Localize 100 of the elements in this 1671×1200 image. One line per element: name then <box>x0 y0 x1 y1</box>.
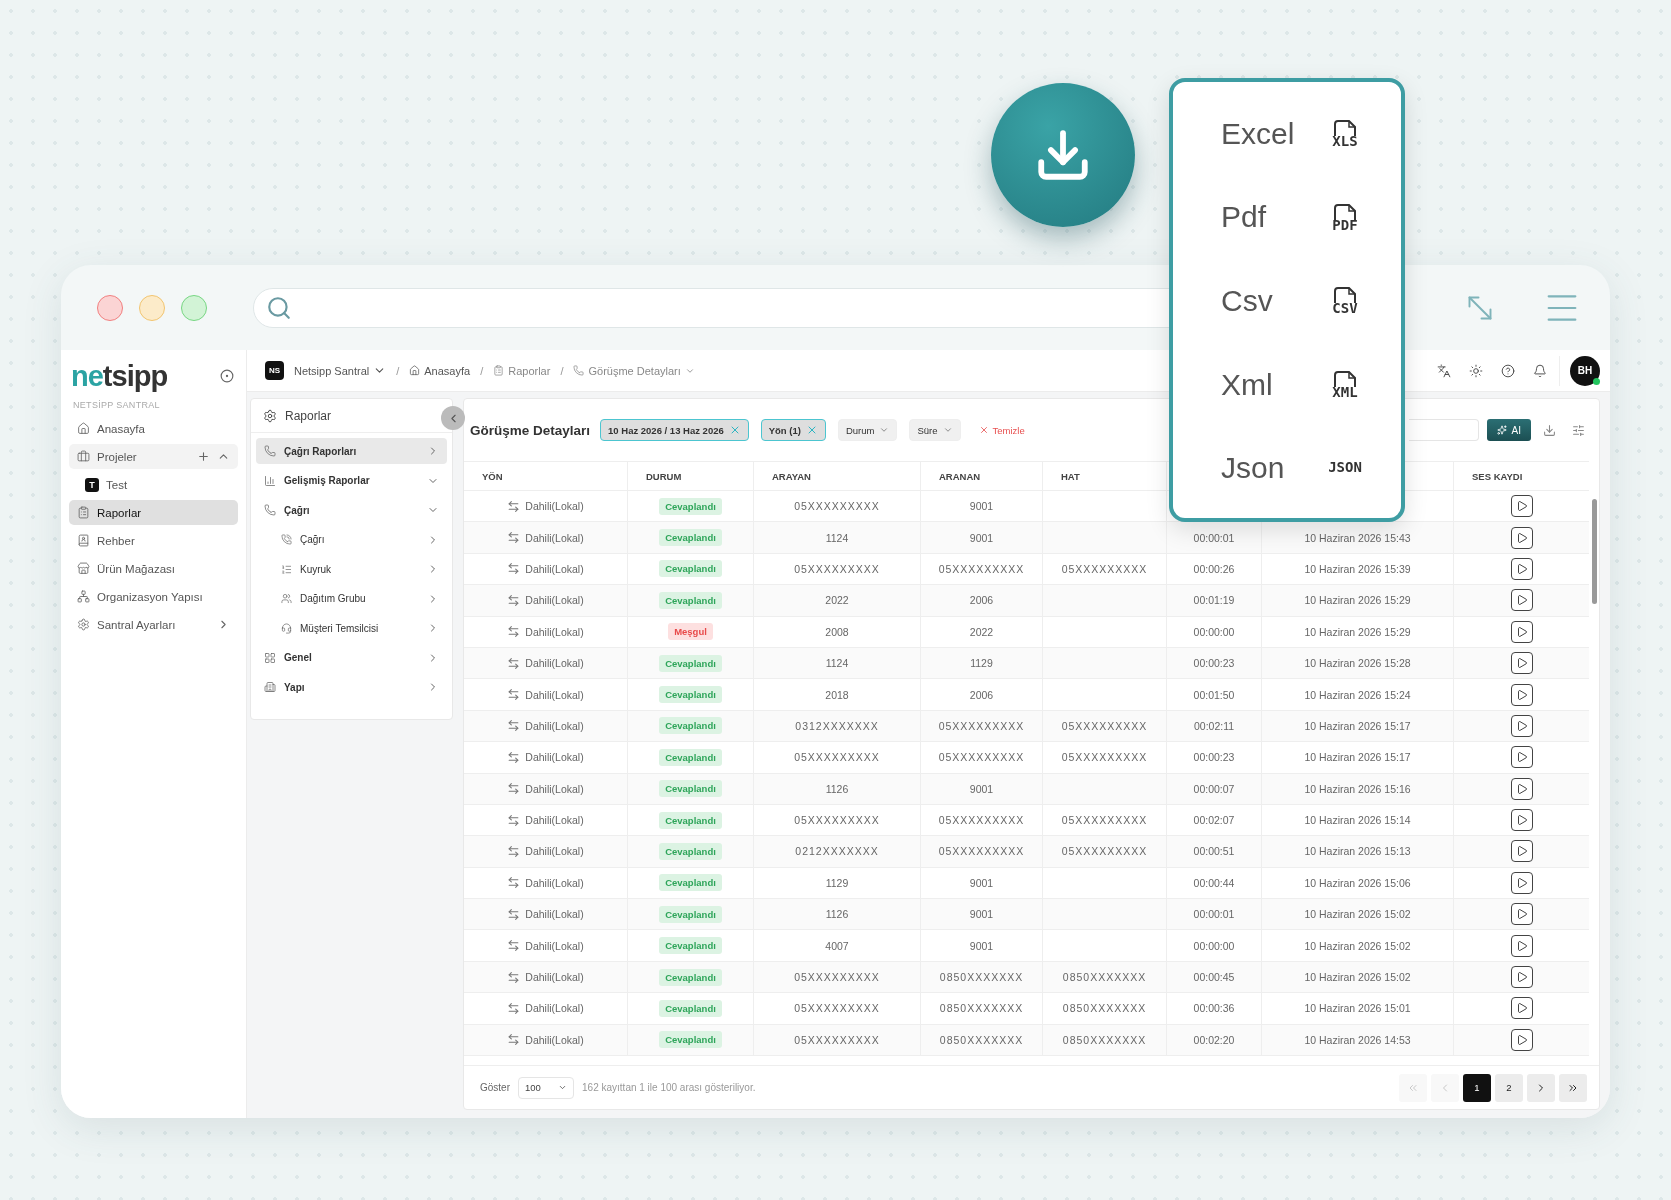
translate-icon[interactable] <box>1437 363 1451 378</box>
export-option[interactable]: Pdf PDF <box>1173 200 1401 235</box>
play-button[interactable] <box>1510 809 1533 832</box>
table-cell: 00:00:51 <box>1193 845 1235 858</box>
filter-chip[interactable]: Durum <box>837 419 898 441</box>
close-dot[interactable] <box>97 294 123 321</box>
menu-item[interactable]: Gelişmiş Raporlar <box>256 467 447 494</box>
play-button[interactable] <box>1510 652 1533 675</box>
play-button[interactable] <box>1510 777 1533 800</box>
export-option[interactable]: Csv CSV <box>1173 284 1401 318</box>
sidebar-item[interactable]: Projeler <box>69 444 238 469</box>
status-badge: Cevaplandı <box>659 843 722 860</box>
briefcase-icon <box>77 450 90 463</box>
transfer-icon <box>507 845 521 858</box>
table-cell: 05XXXXXXXXX <box>1061 814 1148 827</box>
page-button[interactable]: 1 <box>1463 1073 1491 1102</box>
sidebar-toggle-icon[interactable] <box>220 369 234 383</box>
play-button[interactable] <box>1510 526 1533 549</box>
play-button[interactable] <box>1510 966 1533 989</box>
table-cell: 05XXXXXXXXX <box>794 1002 880 1015</box>
menu-item[interactable]: Çağrı Raporları <box>256 438 447 464</box>
breadcrumb-link[interactable]: Görüşme Detayları <box>573 364 695 377</box>
chevron-down-icon <box>942 425 953 435</box>
play-button[interactable] <box>1510 903 1533 926</box>
play-button[interactable] <box>1510 620 1533 643</box>
table-cell: 05XXXXXXXXX <box>1061 562 1148 575</box>
menu-item[interactable]: Çağrı <box>256 497 447 523</box>
status-badge: Cevaplandı <box>659 748 722 766</box>
clipboard-icon <box>493 365 505 376</box>
menu-item[interactable]: Kuyruk <box>256 556 447 582</box>
breadcrumb-link[interactable]: Netsipp Santral <box>294 364 387 377</box>
play-button[interactable] <box>1510 997 1533 1020</box>
page-button[interactable]: 2 <box>1495 1073 1523 1102</box>
table-cell: 05XXXXXXXXX <box>938 719 1025 732</box>
play-button[interactable] <box>1510 1028 1533 1051</box>
status-badge: Cevaplandı <box>659 497 722 515</box>
table-cell: Dahili(Lokal) <box>525 782 584 795</box>
sidebar-item[interactable]: Raporlar <box>69 500 238 525</box>
maximize-dot[interactable] <box>181 294 207 321</box>
breadcrumb-link[interactable]: Raporlar <box>493 364 551 377</box>
transfer-icon <box>507 750 521 764</box>
minimize-dot[interactable] <box>139 294 165 321</box>
user-avatar[interactable]: BH <box>1570 355 1600 386</box>
menu-item[interactable]: Müşteri Temsilcisi <box>256 615 447 641</box>
sidebar-item[interactable]: T Test <box>69 472 238 497</box>
table-cell: 9001 <box>969 531 994 544</box>
menu-item[interactable]: Dağıtım Grubu <box>256 585 447 612</box>
column-header: ARAYAN <box>772 470 811 482</box>
transfer-icon <box>507 1001 521 1015</box>
table-cell: 2006 <box>969 688 994 701</box>
breadcrumb-separator: / <box>480 364 484 377</box>
play-button[interactable] <box>1510 589 1533 612</box>
show-label: Göster <box>480 1082 510 1093</box>
sidebar-item[interactable]: Anasayfa <box>69 416 238 441</box>
export-option[interactable]: Json JSON <box>1173 451 1401 486</box>
table-cell: 05XXXXXXXXX <box>938 562 1025 575</box>
transfer-icon <box>507 907 521 921</box>
menu-item[interactable]: Çağrı <box>256 526 447 553</box>
play-button[interactable] <box>1510 495 1533 518</box>
table-cell: 0850XXXXXXX <box>1062 971 1147 984</box>
play-button[interactable] <box>1510 871 1533 894</box>
breadcrumb-separator: / <box>396 364 400 377</box>
clear-filters-button[interactable]: Temizle <box>972 423 1031 437</box>
table-cell: 2022 <box>969 625 994 638</box>
export-option[interactable]: Excel XLS <box>1173 116 1401 151</box>
search-field[interactable] <box>1408 419 1479 441</box>
menu-item[interactable]: Genel <box>256 644 447 671</box>
gear-icon <box>77 618 90 631</box>
ai-button[interactable]: AI <box>1486 419 1531 441</box>
table-cell: Dahili(Lokal) <box>525 500 584 513</box>
sidebar-item[interactable]: Rehber <box>69 528 238 553</box>
table-cell: Dahili(Lokal) <box>525 814 584 827</box>
sidebar-item[interactable]: Ürün Mağazası <box>69 556 238 581</box>
play-button[interactable] <box>1510 934 1533 957</box>
collapse-button[interactable] <box>441 406 465 430</box>
theme-icon[interactable] <box>1469 363 1483 378</box>
filter-chip[interactable]: Süre <box>909 419 961 441</box>
plus-icon[interactable] <box>197 450 210 463</box>
play-button[interactable] <box>1510 557 1533 580</box>
filter-chip[interactable]: 10 Haz 2026 / 13 Haz 2026 <box>600 419 749 441</box>
table-cell: 05XXXXXXXXX <box>794 1033 880 1046</box>
play-button[interactable] <box>1510 714 1533 737</box>
transfer-icon <box>507 531 521 545</box>
menu-item[interactable]: Yapı <box>256 674 447 700</box>
play-button[interactable] <box>1510 746 1533 769</box>
page-size-select[interactable]: 100 <box>518 1076 574 1099</box>
filter-chip[interactable]: Yön (1) <box>760 419 826 441</box>
export-option[interactable]: Xml XML <box>1173 367 1401 402</box>
table-cell: Dahili(Lokal) <box>525 531 584 544</box>
play-button[interactable] <box>1510 840 1533 863</box>
transfer-icon <box>507 1033 521 1047</box>
sidebar-item[interactable]: Organizasyon Yapısı <box>69 584 238 609</box>
table-cell: 10 Haziran 2026 15:29 <box>1304 625 1411 638</box>
play-icon <box>1515 876 1528 889</box>
notification-icon[interactable] <box>1533 363 1547 378</box>
sidebar-item[interactable]: Santral Ayarları <box>69 612 238 637</box>
help-icon[interactable] <box>1501 363 1515 378</box>
download-badge[interactable] <box>991 83 1135 227</box>
play-button[interactable] <box>1510 683 1533 706</box>
breadcrumb-link[interactable]: Anasayfa <box>409 364 471 377</box>
